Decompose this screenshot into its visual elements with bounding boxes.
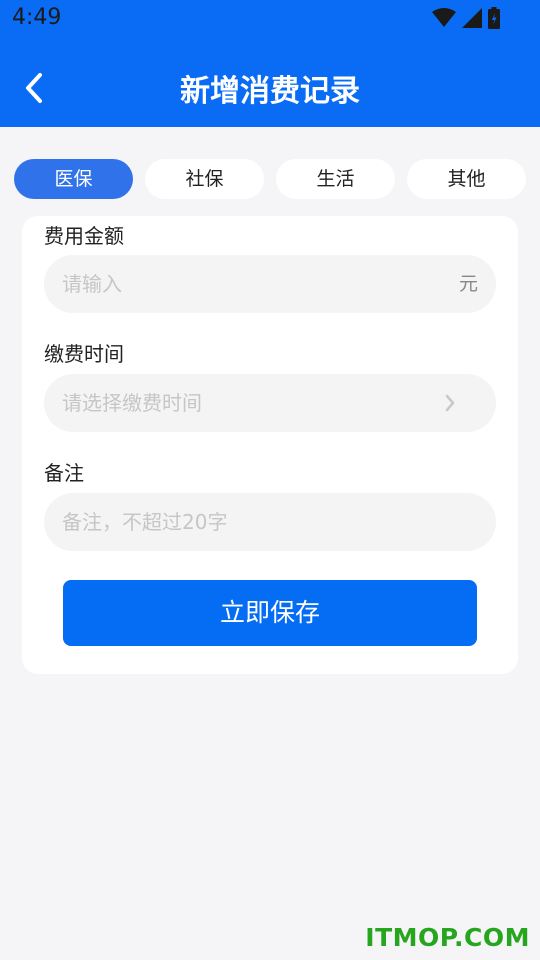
- battery-icon: [488, 7, 500, 29]
- app-header: 4:49 新增消费记录: [0, 0, 540, 127]
- tab-medical-insurance[interactable]: 医保: [14, 159, 133, 199]
- watermark-logo: ITMOP.COM: [365, 923, 530, 952]
- tab-social-insurance[interactable]: 社保: [145, 159, 264, 199]
- currency-unit: 元: [458, 273, 478, 295]
- amount-field[interactable]: 元: [44, 255, 496, 313]
- note-label: 备注: [44, 461, 84, 485]
- chevron-right-icon: [444, 393, 456, 417]
- payment-time-input[interactable]: [62, 374, 422, 432]
- save-button[interactable]: 立即保存: [63, 580, 477, 646]
- note-input[interactable]: [62, 493, 422, 551]
- status-bar: 4:49: [0, 0, 540, 40]
- amount-input[interactable]: [62, 255, 422, 313]
- signal-icon: [462, 8, 482, 28]
- payment-time-label: 缴费时间: [44, 342, 124, 366]
- form-card: 费用金额 元 缴费时间 备注 立即保存: [22, 216, 518, 674]
- tab-other[interactable]: 其他: [407, 159, 526, 199]
- payment-time-picker[interactable]: [44, 374, 496, 432]
- note-field[interactable]: [44, 493, 496, 551]
- status-time: 4:49: [12, 5, 62, 30]
- tab-living[interactable]: 生活: [276, 159, 395, 199]
- wifi-icon: [432, 8, 456, 28]
- category-tabs: 医保 社保 生活 其他: [14, 159, 526, 199]
- page-title: 新增消费记录: [180, 74, 360, 109]
- amount-label: 费用金额: [44, 224, 124, 248]
- status-icons: [432, 7, 500, 29]
